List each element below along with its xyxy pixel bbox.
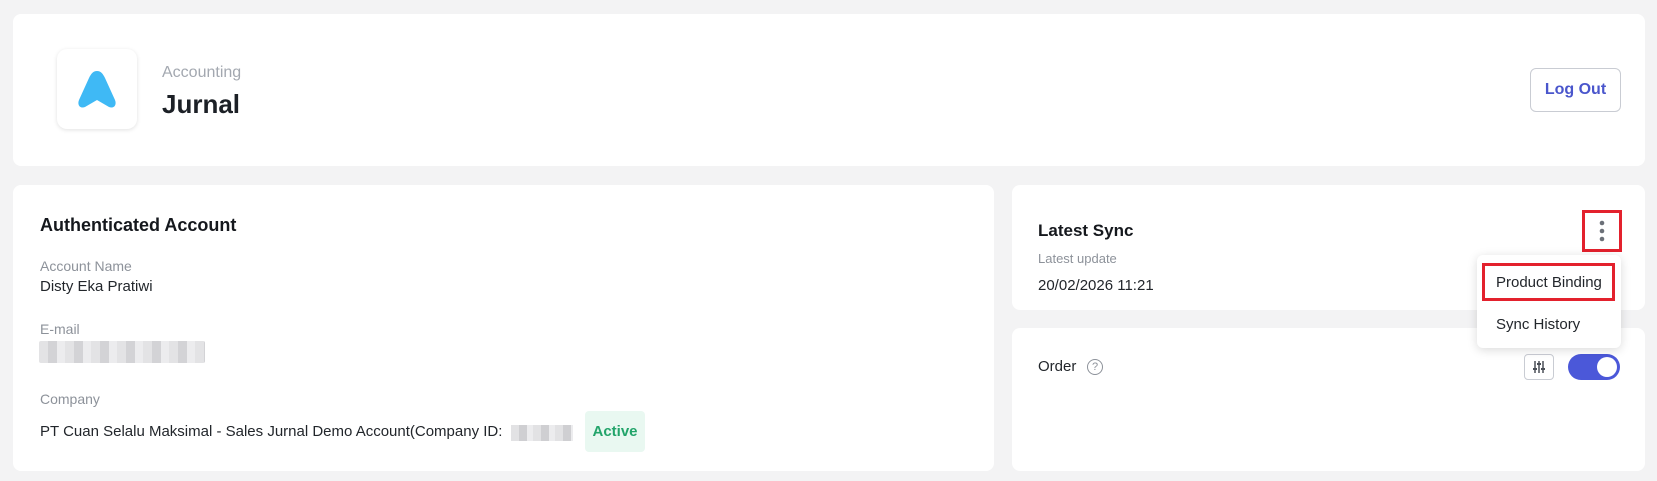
company-value: PT Cuan Selalu Maksimal - Sales Jurnal D…: [40, 423, 503, 440]
account-name-label: Account Name: [40, 258, 132, 274]
app-header-card: Accounting Jurnal Log Out: [13, 14, 1645, 166]
app-name: Jurnal: [162, 89, 241, 119]
order-label: Order: [1038, 358, 1077, 375]
sync-section-title: Latest Sync: [1038, 221, 1134, 240]
order-card: Order ?: [1012, 328, 1645, 471]
company-label: Company: [40, 391, 100, 407]
authenticated-account-card: Authenticated Account Account Name Disty…: [13, 185, 994, 471]
sliders-icon: [1533, 361, 1545, 373]
company-id-redacted: [511, 425, 573, 441]
account-section-title: Authenticated Account: [40, 215, 237, 235]
logout-button[interactable]: Log Out: [1530, 68, 1621, 112]
account-name-value: Disty Eka Pratiwi: [40, 278, 153, 295]
menu-item-product-binding[interactable]: Product Binding: [1482, 263, 1615, 301]
jurnal-logo-icon: [78, 71, 116, 108]
more-vertical-icon: [1599, 220, 1605, 242]
email-label: E-mail: [40, 321, 80, 337]
status-badge: Active: [585, 411, 645, 452]
toggle-knob: [1597, 357, 1617, 377]
latest-update-label: Latest update: [1038, 251, 1117, 266]
more-options-button[interactable]: [1582, 210, 1622, 252]
app-category: Accounting: [162, 64, 242, 81]
order-sync-toggle[interactable]: [1568, 354, 1620, 380]
more-options-menu: Product Binding Sync History: [1477, 255, 1621, 348]
question-circle-icon[interactable]: ?: [1087, 359, 1103, 375]
latest-update-value: 20/02/2026 11:21: [1038, 277, 1154, 294]
filter-settings-button[interactable]: [1524, 354, 1554, 380]
jurnal-logo: [57, 49, 137, 129]
menu-item-sync-history[interactable]: Sync History: [1482, 306, 1615, 342]
email-value-redacted: [39, 341, 205, 363]
